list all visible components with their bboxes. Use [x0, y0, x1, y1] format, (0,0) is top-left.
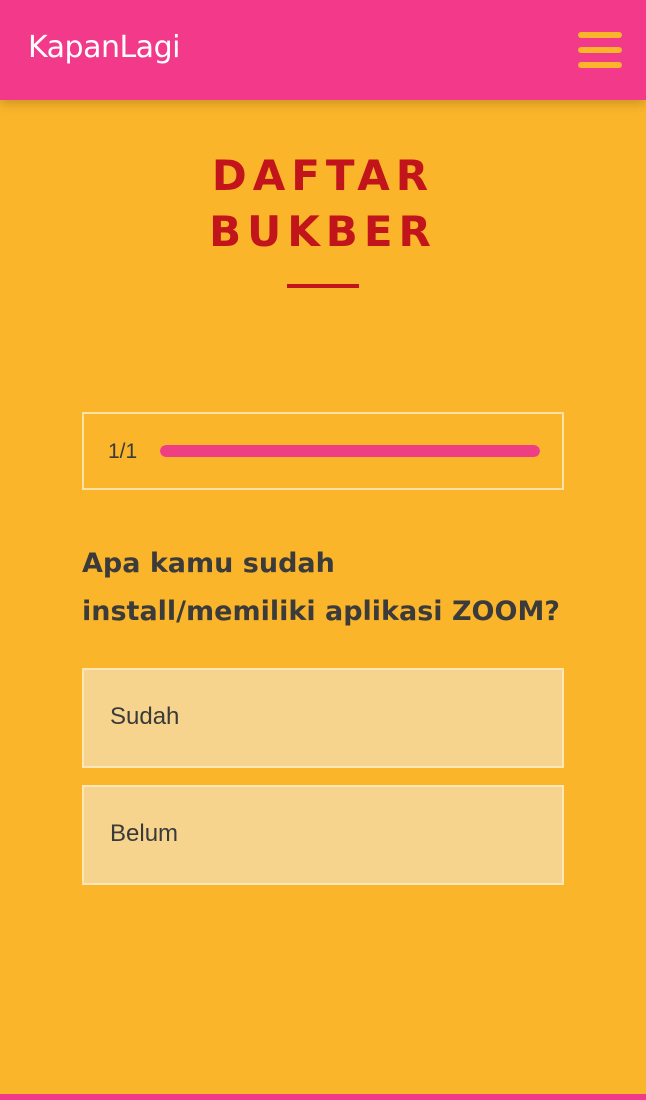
page-title-line-1: DAFTAR	[211, 151, 435, 200]
question-text: Apa kamu sudah install/memiliki aplikasi…	[82, 540, 582, 636]
progress-indicator: 1/1	[82, 412, 564, 490]
question-line-1: Apa kamu sudah	[82, 548, 335, 579]
page-title-line-2: BUKBER	[209, 207, 437, 256]
answer-option-sudah[interactable]: Sudah	[82, 668, 564, 768]
menu-bar-bottom	[578, 62, 622, 68]
progress-step-label: 1/1	[108, 440, 138, 463]
question-line-2: install/memiliki aplikasi ZOOM?	[82, 596, 560, 627]
progress-fill	[160, 445, 540, 457]
page-title: DAFTAR BUKBER	[0, 148, 646, 260]
answer-option-label: Sudah	[110, 703, 180, 730]
menu-bar-top	[578, 32, 622, 38]
top-navigation-bar: KapanLagi	[0, 0, 646, 100]
bottom-border	[0, 1094, 646, 1100]
answer-option-label: Belum	[110, 820, 179, 847]
hamburger-menu-icon[interactable]	[578, 32, 622, 68]
kapanlagi-logo[interactable]: KapanLagi	[28, 30, 180, 65]
title-divider	[287, 284, 359, 288]
answer-option-belum[interactable]: Belum	[82, 785, 564, 885]
progress-track	[160, 445, 540, 457]
page: KapanLagi DAFTAR BUKBER 1/1 Apa kamu sud…	[0, 0, 646, 1100]
menu-bar-middle	[578, 47, 622, 53]
